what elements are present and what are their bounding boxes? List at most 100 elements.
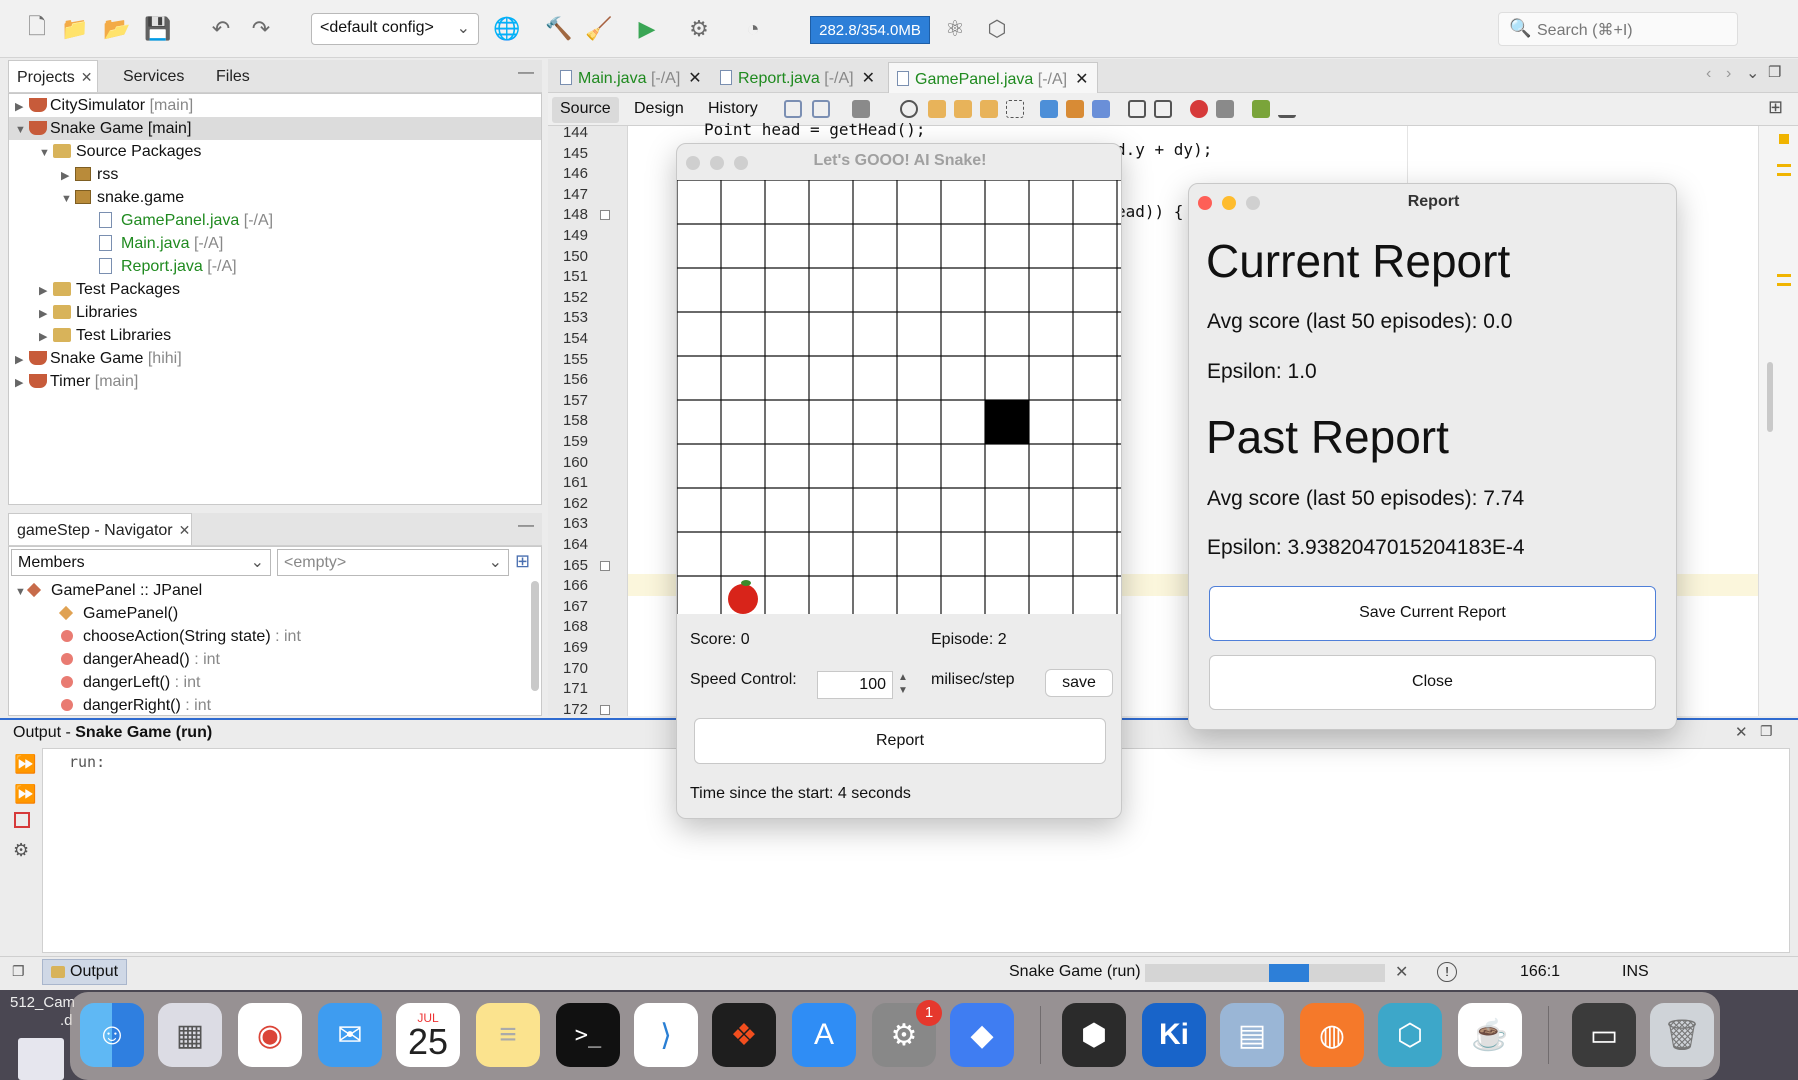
globe-icon[interactable]: 🌐 xyxy=(492,14,522,44)
config-select[interactable]: <default config> ⌄ xyxy=(311,13,479,45)
nav-item[interactable]: GamePanel() xyxy=(9,602,178,625)
undo-icon[interactable]: ↶ xyxy=(206,14,236,44)
forward-icon[interactable] xyxy=(812,100,830,118)
notes-icon[interactable]: ≡ xyxy=(476,1003,540,1067)
tree-item[interactable]: ▼ Source Packages xyxy=(9,140,201,163)
back-icon[interactable] xyxy=(784,100,802,118)
rerun-icon[interactable]: ⏩ xyxy=(14,754,36,775)
app-store-icon[interactable]: A xyxy=(792,1003,856,1067)
prev-bookmark-icon[interactable] xyxy=(1040,100,1058,118)
tree-item[interactable]: Main.java [-/A] xyxy=(9,232,223,255)
close-icon[interactable]: ✕ xyxy=(862,70,875,87)
tab-scroll-right-icon[interactable]: › xyxy=(1726,65,1731,83)
blender-icon[interactable]: ◍ xyxy=(1300,1003,1364,1067)
stop-macro-icon[interactable] xyxy=(1216,100,1234,118)
split-editor-icon[interactable]: ⊞ xyxy=(1768,97,1783,118)
downloads-stack-icon[interactable]: ▭ xyxy=(1572,1003,1636,1067)
tab-report-java[interactable]: Report.java [-/A] ✕ xyxy=(712,62,883,93)
build-icon[interactable]: 🔨 xyxy=(544,14,574,44)
tree-item[interactable]: GamePanel.java [-/A] xyxy=(9,209,273,232)
save-speed-button[interactable]: save xyxy=(1045,669,1113,697)
chevron-down-icon[interactable]: ▼ xyxy=(15,119,29,142)
tree-item[interactable]: Report.java [-/A] xyxy=(9,255,237,278)
nav-item[interactable]: chooseAction(String state) : int xyxy=(9,625,301,648)
nav-item[interactable]: dangerAhead() : int xyxy=(9,648,220,671)
java-app-icon[interactable]: ☕ xyxy=(1458,1003,1522,1067)
kite-icon[interactable]: Ki xyxy=(1142,1003,1206,1067)
comment-icon[interactable] xyxy=(1252,100,1270,118)
maximize-icon[interactable]: ❐ xyxy=(1768,63,1781,81)
nav-item[interactable]: dangerRight() : int xyxy=(9,694,211,717)
netbeans-icon[interactable]: ⬡ xyxy=(1378,1003,1442,1067)
maximize-icon[interactable]: ❐ xyxy=(1760,723,1773,740)
subtab-design[interactable]: Design xyxy=(626,97,692,123)
chevron-right-icon[interactable]: ▶ xyxy=(61,165,75,188)
close-report-button[interactable]: Close xyxy=(1209,655,1656,710)
warning-marker[interactable] xyxy=(1777,164,1791,176)
nav-class-item[interactable]: ▼ GamePanel :: JPanel xyxy=(9,579,202,602)
warning-marker[interactable] xyxy=(1777,274,1791,286)
debug-icon[interactable]: ⚙ xyxy=(684,14,714,44)
memory-indicator[interactable]: 282.8/354.0MB xyxy=(810,16,930,44)
select-icon[interactable] xyxy=(1006,100,1024,118)
tab-files[interactable]: Files xyxy=(208,60,260,92)
find-prev-icon[interactable] xyxy=(928,100,946,118)
tab-gamepanel-java[interactable]: GamePanel.java [-/A] ✕ xyxy=(888,62,1098,93)
minimize-icon[interactable]: — xyxy=(518,64,534,82)
toggle-highlight-icon[interactable] xyxy=(980,100,998,118)
last-edit-icon[interactable] xyxy=(852,100,870,118)
warning-marker[interactable] xyxy=(1779,134,1789,144)
tab-list-icon[interactable]: ⌄ xyxy=(1746,63,1759,83)
tree-item[interactable]: ▼ Snake Game [main] xyxy=(9,117,541,140)
shift-right-icon[interactable] xyxy=(1154,100,1172,118)
record-macro-icon[interactable] xyxy=(1190,100,1208,118)
profile-memory-icon[interactable]: ⬡ xyxy=(982,14,1012,44)
minimize-icon[interactable]: — xyxy=(518,517,534,535)
tree-item[interactable]: ▶ CitySimulator [main] xyxy=(9,94,541,117)
desktop-file-label[interactable]: 512_Cam xyxy=(10,994,75,1011)
tab-main-java[interactable]: Main.java [-/A] ✕ xyxy=(552,62,710,93)
chevron-down-icon[interactable]: ▼ xyxy=(15,581,29,604)
speed-input[interactable]: 100 xyxy=(817,671,893,699)
close-icon[interactable]: ✕ xyxy=(688,70,701,87)
tab-navigator[interactable]: gameStep - Navigator ✕ xyxy=(8,513,192,545)
clean-build-icon[interactable]: 🧹 xyxy=(584,14,614,44)
run-icon[interactable]: ▶ xyxy=(632,14,662,44)
window-toggle-icon[interactable]: ❐ xyxy=(12,963,25,980)
save-all-icon[interactable]: 💾 xyxy=(143,14,173,44)
close-icon[interactable]: ✕ xyxy=(179,522,191,538)
terminal-icon[interactable]: >_ xyxy=(556,1003,620,1067)
fold-icon[interactable] xyxy=(600,210,610,221)
rerun-params-icon[interactable]: ⏩ xyxy=(14,784,36,805)
unity-icon[interactable]: ⬢ xyxy=(1062,1003,1126,1067)
settings-icon[interactable]: ⚙ xyxy=(13,840,29,861)
vscode-icon[interactable]: ⟩ xyxy=(634,1003,698,1067)
navigator-scrollbar[interactable] xyxy=(531,581,539,691)
fold-icon[interactable] xyxy=(600,560,610,571)
cancel-process-icon[interactable]: ✕ xyxy=(1395,962,1408,982)
chrome-icon[interactable]: ◉ xyxy=(238,1003,302,1067)
tree-item[interactable]: ▶ rss xyxy=(9,163,118,186)
chevron-down-icon[interactable]: ▼ xyxy=(61,188,75,211)
report-button[interactable]: Report xyxy=(694,718,1106,764)
profile-icon[interactable]: ◔ xyxy=(738,14,768,44)
subtab-source[interactable]: Source xyxy=(552,97,619,123)
shift-left-icon[interactable] xyxy=(1128,100,1146,118)
output-window-tab[interactable]: Output xyxy=(42,959,128,985)
find-next-icon[interactable] xyxy=(954,100,972,118)
launchpad-icon[interactable]: ▦ xyxy=(158,1003,222,1067)
new-project-icon[interactable]: 📁 xyxy=(60,14,90,44)
tree-item[interactable]: ▶ Test Packages xyxy=(9,278,180,301)
find-icon[interactable] xyxy=(900,100,918,118)
fold-icon[interactable] xyxy=(600,704,610,715)
members-filter-select[interactable]: Members ⌄ xyxy=(11,549,271,576)
figma-icon[interactable]: ❖ xyxy=(712,1003,776,1067)
nav-item[interactable]: dangerLeft() : int xyxy=(9,671,200,694)
chevron-right-icon[interactable]: ▶ xyxy=(15,372,29,395)
chevron-right-icon[interactable]: ▶ xyxy=(39,303,53,326)
tree-item[interactable]: ▶ Snake Game [hihi] xyxy=(9,347,182,370)
close-icon[interactable]: ✕ xyxy=(81,69,93,85)
tab-services[interactable]: Services xyxy=(115,60,194,92)
gc-icon[interactable]: ⚛ xyxy=(940,14,970,44)
tab-scroll-left-icon[interactable]: ‹ xyxy=(1706,65,1711,83)
